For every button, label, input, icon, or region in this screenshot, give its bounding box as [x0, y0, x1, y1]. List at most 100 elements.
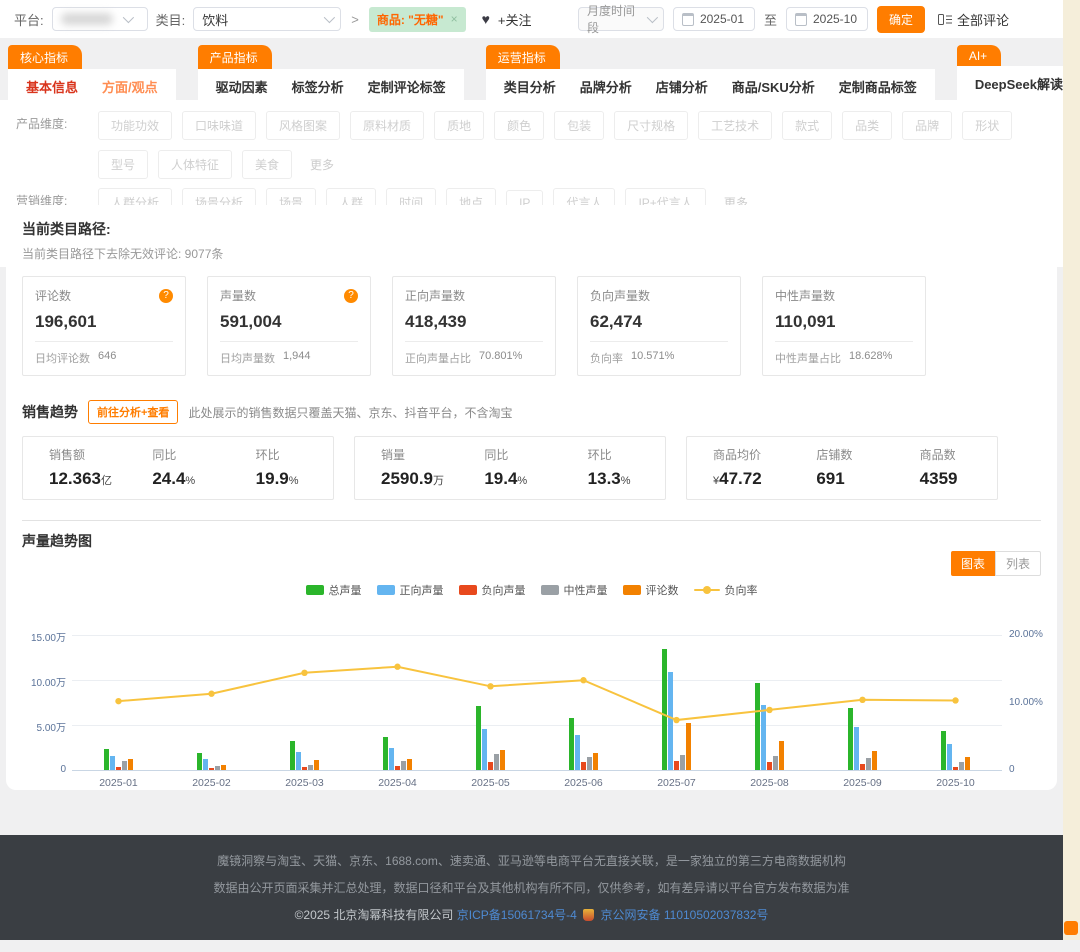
volume-trend-section: 声量趋势图 图表 列表 总声量正向声量负向声量中性声量评论数负向率 15.00万…	[22, 520, 1041, 798]
filter-pill[interactable]: 功能功效	[98, 111, 172, 140]
filter-pill[interactable]: 款式	[782, 111, 832, 140]
category-path-title: 当前类目路径:	[22, 219, 1041, 239]
confirm-button[interactable]: 确定	[877, 6, 925, 33]
nav-item[interactable]: 驱动因素	[204, 77, 280, 96]
category-value: 饮料	[202, 10, 228, 29]
filter-pill[interactable]: 工艺技术	[698, 111, 772, 140]
date-from-input[interactable]: 2025-01	[673, 7, 755, 31]
nav-group-tab[interactable]: 产品指标	[198, 45, 272, 69]
legend-item[interactable]: 中性声量	[541, 582, 608, 598]
metric-value: 196,601	[35, 312, 173, 332]
nav-item[interactable]: 类目分析	[492, 77, 568, 96]
sales-metric-value: 13.3%	[588, 469, 665, 489]
sales-metric: 销量2590.9万	[355, 446, 458, 489]
volume-trend-header: 声量趋势图 图表 列表	[22, 531, 1041, 576]
filter-pill[interactable]: 型号	[98, 150, 148, 179]
platform-select[interactable]	[52, 7, 148, 31]
value-number: 12.363	[49, 469, 101, 488]
nav-item[interactable]: 店铺分析	[644, 77, 720, 96]
chevron-down-icon	[324, 12, 335, 23]
value-number: 24.4	[152, 469, 185, 488]
filter-pill[interactable]: 原料材质	[350, 111, 424, 140]
sales-metric: 销售额12.363亿	[23, 446, 126, 489]
metric-sub-label: 正向声量占比	[405, 350, 471, 366]
metric-label-row: 负向声量数	[590, 287, 728, 304]
nav-item[interactable]: 品牌分析	[568, 77, 644, 96]
nav-item[interactable]: 基本信息	[14, 77, 90, 96]
sales-trend-title: 销售趋势	[22, 402, 78, 422]
date-to-input[interactable]: 2025-10	[786, 7, 868, 31]
sales-metric-value: 19.9%	[256, 469, 333, 489]
help-icon[interactable]: ?	[344, 289, 358, 303]
icp-license-link[interactable]: 京ICP备15061734号-4	[457, 908, 577, 922]
floating-action-button[interactable]	[1064, 921, 1078, 935]
nav-group: 产品指标驱动因素标签分析定制评论标签	[198, 45, 464, 103]
all-comments-button[interactable]: 全部评论	[938, 10, 1009, 29]
legend-swatch	[541, 585, 559, 595]
nav-item[interactable]: 定制评论标签	[356, 77, 458, 96]
legend-item[interactable]: 正向声量	[377, 582, 444, 598]
metric-cards-row: 评论数?196,601日均评论数646声量数?591,004日均声量数1,944…	[22, 276, 1041, 376]
date-range-separator: 至	[764, 10, 777, 29]
go-analyze-button[interactable]: 前往分析+查看	[88, 400, 178, 424]
toggle-chart-button[interactable]: 图表	[951, 551, 995, 576]
calendar-icon	[682, 13, 694, 26]
period-type-select[interactable]: 月度时间段	[578, 7, 664, 31]
legend-item[interactable]: 总声量	[306, 582, 362, 598]
sales-card: 商品均价¥47.72店铺数691商品数4359	[686, 436, 998, 500]
toggle-list-button[interactable]: 列表	[995, 551, 1041, 576]
filter-pill[interactable]: 形状	[962, 111, 1012, 140]
filter-pill[interactable]: 人体特征	[158, 150, 232, 179]
filter-row: 产品维度:功能功效口味味道风格图案原料材质质地颜色包装尺寸规格工艺技术款式品类品…	[16, 111, 1047, 179]
legend-item[interactable]: 评论数	[623, 582, 679, 598]
side-scroll-strip[interactable]	[1063, 0, 1080, 940]
tag-close-icon[interactable]: ×	[451, 12, 458, 26]
metric-sub-value: 70.801%	[479, 350, 522, 366]
category-select[interactable]: 饮料	[193, 7, 341, 31]
metric-sub-row: 正向声量占比 70.801%	[405, 350, 543, 366]
nav-item[interactable]: 标签分析	[280, 77, 356, 96]
filter-pill[interactable]: 颜色	[494, 111, 544, 140]
filter-pill[interactable]: 风格图案	[266, 111, 340, 140]
metric-value: 591,004	[220, 312, 358, 332]
nav-group-tab[interactable]: 核心指标	[8, 45, 82, 69]
metric-label: 中性声量数	[775, 287, 835, 304]
nav-group: 核心指标基本信息方面/观点	[8, 45, 176, 103]
metric-sub-row: 日均声量数1,944	[220, 350, 358, 366]
filter-pill[interactable]: 美食	[242, 150, 292, 179]
metric-card: 评论数?196,601日均评论数646	[22, 276, 186, 376]
filter-pill[interactable]: 质地	[434, 111, 484, 140]
divider	[220, 341, 358, 342]
more-link[interactable]: 更多	[310, 152, 334, 178]
filter-pill[interactable]: 品牌	[902, 111, 952, 140]
police-license-link[interactable]: 京公网安备 11010502037832号	[601, 908, 769, 922]
nav-item[interactable]: DeepSeek解读	[963, 74, 1075, 93]
nav-item[interactable]: 方面/观点	[90, 77, 170, 96]
filter-pill[interactable]: 口味味道	[182, 111, 256, 140]
help-icon[interactable]: ?	[159, 289, 173, 303]
nav-group-tab[interactable]: 运营指标	[486, 45, 560, 69]
nav-item[interactable]: 商品/SKU分析	[720, 77, 827, 96]
keyword-tag-label: 商品: "无糖"	[377, 11, 444, 28]
sales-metric-value: 691	[816, 469, 893, 489]
metric-card: 正向声量数418,439正向声量占比70.801%	[392, 276, 556, 376]
metric-card: 中性声量数110,091中性声量占比18.628%	[762, 276, 926, 376]
nav-group-tab[interactable]: AI+	[957, 45, 1001, 66]
legend-item[interactable]: 负向声量	[459, 582, 526, 598]
period-type-value: 月度时间段	[587, 2, 637, 36]
value-number: 19.4	[484, 469, 517, 488]
nav-item[interactable]: 定制商品标签	[827, 77, 929, 96]
sales-metric-value: 19.4%	[484, 469, 561, 489]
category-path-subtitle: 当前类目路径下去除无效评论: 9077条	[22, 245, 1041, 262]
chart-legend: 总声量正向声量负向声量中性声量评论数负向率	[22, 582, 1041, 598]
legend-swatch	[623, 585, 641, 595]
follow-button[interactable]: +关注	[498, 10, 532, 29]
filter-pill[interactable]: 品类	[842, 111, 892, 140]
filter-pill[interactable]: 尺寸规格	[614, 111, 688, 140]
keyword-tag[interactable]: 商品: "无糖" ×	[369, 7, 466, 32]
legend-swatch	[377, 585, 395, 595]
legend-item[interactable]: 负向率	[694, 582, 758, 598]
copyright-text: ©2025 北京淘幂科技有限公司	[295, 908, 454, 922]
legend-swatch	[306, 585, 324, 595]
filter-pill[interactable]: 包装	[554, 111, 604, 140]
